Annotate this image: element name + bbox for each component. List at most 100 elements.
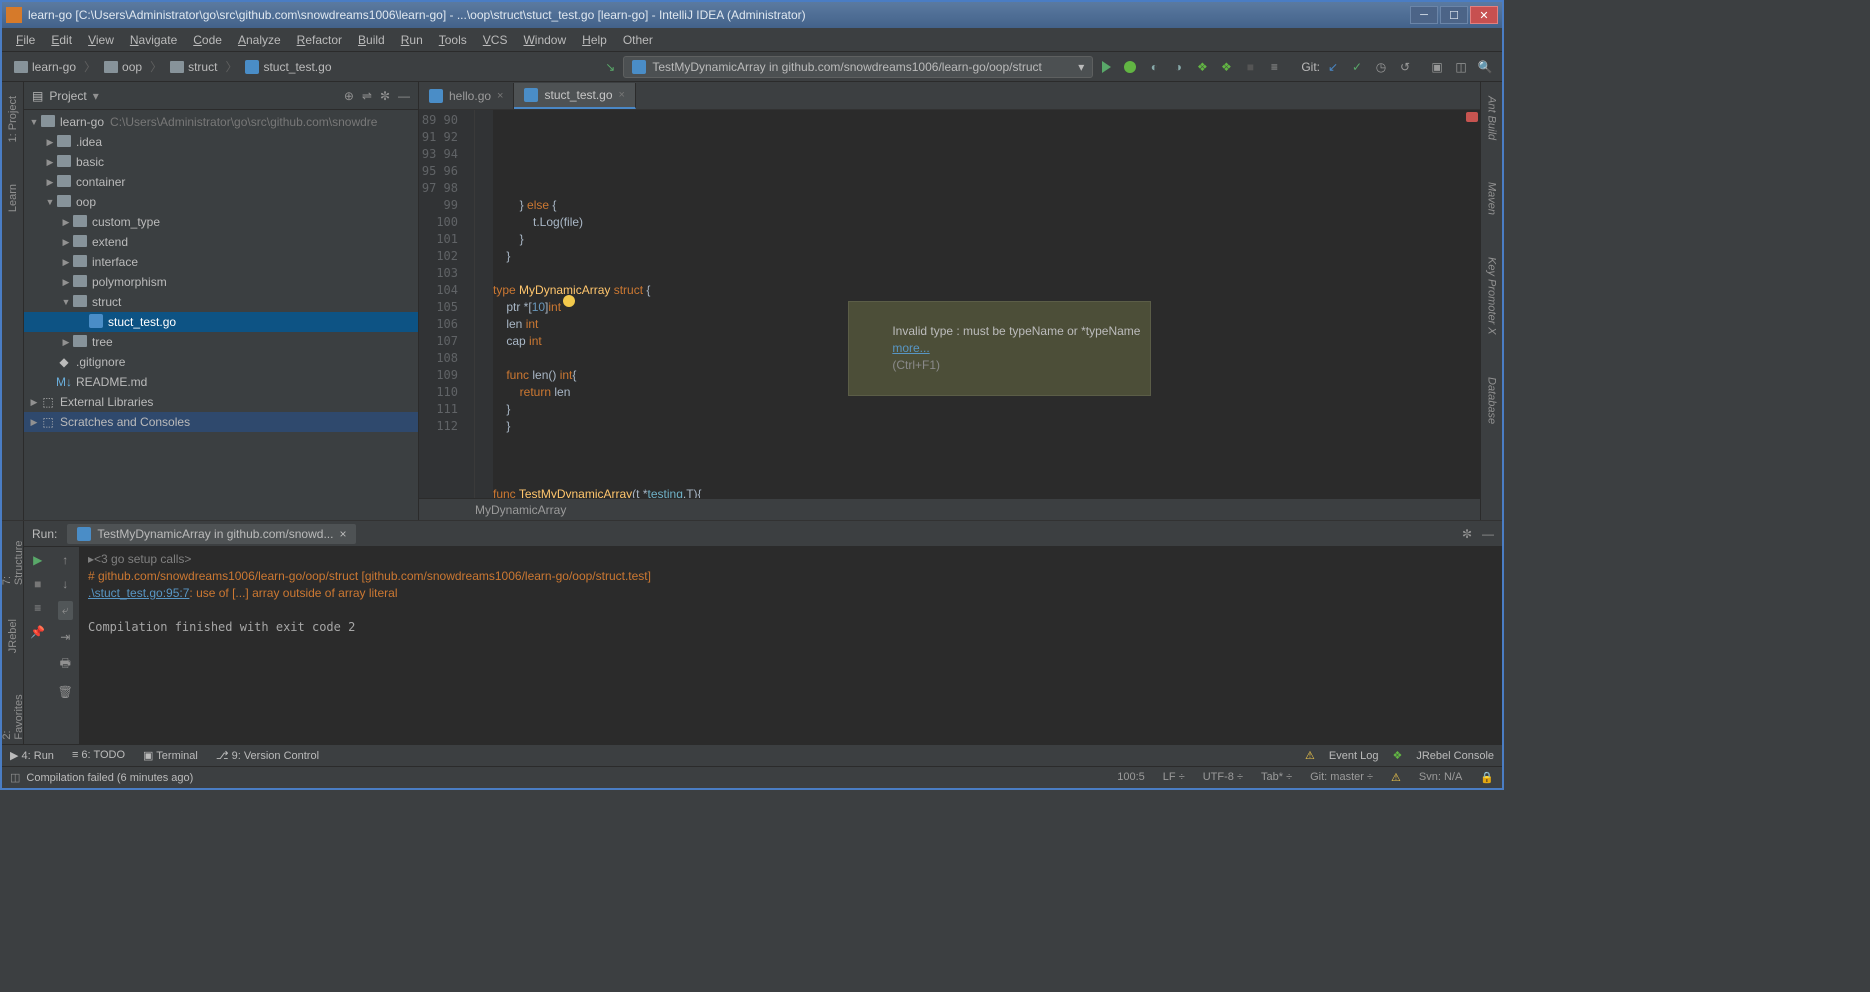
build-icon[interactable]: ↘ <box>599 56 621 78</box>
jrebel-console-button[interactable]: JRebel Console <box>1416 750 1494 762</box>
chevron-icon[interactable]: ▶ <box>60 217 72 228</box>
tab-hello.go[interactable]: hello.go× <box>419 83 514 109</box>
tree-item-External Libraries[interactable]: ▶⬚External Libraries <box>24 392 418 412</box>
tree-item-interface[interactable]: ▶interface <box>24 252 418 272</box>
tool-btn--terminal[interactable]: ▣ Terminal <box>143 749 198 762</box>
layout-icon[interactable]: ≡ <box>34 601 41 615</box>
menu-navigate[interactable]: Navigate <box>122 31 185 49</box>
menu-edit[interactable]: Edit <box>43 31 80 49</box>
chevron-icon[interactable]: ▶ <box>44 157 56 168</box>
tree-item-custom_type[interactable]: ▶custom_type <box>24 212 418 232</box>
chevron-icon[interactable]: ▼ <box>28 117 40 127</box>
editor-breadcrumb[interactable]: MyDynamicArray <box>419 498 1480 520</box>
breadcrumb-stuct_test.go[interactable]: stuct_test.go <box>239 58 337 76</box>
menu-tools[interactable]: Tools <box>431 31 475 49</box>
profile-button[interactable]: ◑ <box>1167 56 1189 78</box>
tree-item-container[interactable]: ▶container <box>24 172 418 192</box>
close-icon[interactable]: × <box>497 90 503 102</box>
menu-analyze[interactable]: Analyze <box>230 31 289 49</box>
menu-other[interactable]: Other <box>615 31 661 49</box>
status-enc[interactable]: UTF-8 ÷ <box>1203 771 1243 784</box>
tool-tab-2-favorites[interactable]: 2: Favorites <box>0 683 27 744</box>
tool-tab-jrebel[interactable]: JRebel <box>5 615 21 657</box>
menu-vcs[interactable]: VCS <box>475 31 516 49</box>
pin-icon[interactable]: 📌 <box>30 625 45 639</box>
menu-file[interactable]: File <box>8 31 43 49</box>
menu-build[interactable]: Build <box>350 31 393 49</box>
down-icon[interactable]: ↓ <box>62 577 68 591</box>
tree-item-basic[interactable]: ▶basic <box>24 152 418 172</box>
jrebel-debug-icon[interactable]: ❖ <box>1215 56 1237 78</box>
menu-help[interactable]: Help <box>574 31 615 49</box>
stop-button[interactable]: ■ <box>1239 56 1261 78</box>
tree-item-polymorphism[interactable]: ▶polymorphism <box>24 272 418 292</box>
git-history-icon[interactable]: ◷ <box>1370 56 1392 78</box>
run-tab[interactable]: TestMyDynamicArray in github.com/snowd..… <box>67 524 356 544</box>
lock-icon[interactable]: 🔒 <box>1480 771 1494 784</box>
collapse-icon[interactable]: ⇌ <box>362 89 372 103</box>
chevron-icon[interactable]: ▶ <box>60 257 72 268</box>
coverage-button[interactable]: ◐ <box>1143 56 1165 78</box>
tree-item-extend[interactable]: ▶extend <box>24 232 418 252</box>
event-log-button[interactable]: Event Log <box>1329 750 1379 762</box>
tool-tab-database[interactable]: Database <box>1484 371 1500 430</box>
tool-tab-learn[interactable]: Learn <box>5 178 21 218</box>
tree-item-tree[interactable]: ▶tree <box>24 332 418 352</box>
project-tree[interactable]: ▼learn-goC:\Users\Administrator\go\src\g… <box>24 110 418 520</box>
menu-run[interactable]: Run <box>393 31 431 49</box>
gear-icon[interactable]: ✼ <box>380 89 390 103</box>
hide-icon[interactable]: — <box>1482 527 1494 541</box>
status-tab[interactable]: Tab* ÷ <box>1261 771 1292 784</box>
code-editor[interactable]: Invalid type : must be typeName or *type… <box>493 110 1480 498</box>
menu-refactor[interactable]: Refactor <box>289 31 350 49</box>
status-le[interactable]: LF ÷ <box>1163 771 1185 784</box>
print-icon[interactable]: 🖶 <box>60 654 71 675</box>
tree-item-README.md[interactable]: M↓README.md <box>24 372 418 392</box>
console-output[interactable]: ▸<3 go setup calls> # github.com/snowdre… <box>80 547 1502 744</box>
git-revert-icon[interactable]: ↺ <box>1394 56 1416 78</box>
chevron-icon[interactable]: ▶ <box>44 137 56 148</box>
tree-item-.idea[interactable]: ▶.idea <box>24 132 418 152</box>
minimize-button[interactable]: ─ <box>1410 6 1438 24</box>
breadcrumb-learn-go[interactable]: learn-go <box>8 58 82 76</box>
tool-btn--9-version-control[interactable]: ⎇ 9: Version Control <box>216 749 319 762</box>
chevron-icon[interactable]: ▶ <box>28 397 40 408</box>
scroll-icon[interactable]: ⇥ <box>60 630 70 644</box>
maximize-button[interactable]: ☐ <box>1440 6 1468 24</box>
status-git[interactable]: Git: master ÷ <box>1310 771 1373 784</box>
chevron-icon[interactable]: ▶ <box>44 177 56 188</box>
chevron-icon[interactable]: ▶ <box>60 337 72 348</box>
tree-item-learn-go[interactable]: ▼learn-goC:\Users\Administrator\go\src\g… <box>24 112 418 132</box>
dropdown-icon[interactable]: ▾ <box>93 89 99 103</box>
tool-tab-maven[interactable]: Maven <box>1484 176 1500 221</box>
chevron-icon[interactable]: ▼ <box>60 297 72 307</box>
tool-tab-ant-build[interactable]: Ant Build <box>1484 90 1500 146</box>
menu-window[interactable]: Window <box>515 31 574 49</box>
rerun-icon[interactable]: ▶ <box>33 553 42 567</box>
tree-item-Scratches and Consoles[interactable]: ▶⬚Scratches and Consoles <box>24 412 418 432</box>
menu-view[interactable]: View <box>80 31 122 49</box>
tree-item-oop[interactable]: ▼oop <box>24 192 418 212</box>
run-button[interactable] <box>1095 56 1117 78</box>
close-button[interactable]: ✕ <box>1470 6 1498 24</box>
wrap-icon[interactable]: ⤶ <box>58 601 73 620</box>
hide-icon[interactable]: — <box>398 89 410 103</box>
stop-all-button[interactable]: ≡ <box>1263 56 1285 78</box>
intention-bulb-icon[interactable] <box>563 295 575 307</box>
chevron-icon[interactable]: ▶ <box>60 277 72 288</box>
tree-item-struct[interactable]: ▼struct <box>24 292 418 312</box>
chevron-icon[interactable]: ▶ <box>28 417 40 428</box>
tree-item-stuct_test.go[interactable]: stuct_test.go <box>24 312 418 332</box>
chevron-icon[interactable]: ▼ <box>44 197 56 207</box>
breadcrumb-oop[interactable]: oop <box>98 58 148 76</box>
chevron-icon[interactable]: ▶ <box>60 237 72 248</box>
up-icon[interactable]: ↑ <box>62 553 68 567</box>
tool-btn--6-todo[interactable]: ≡ 6: TODO <box>72 749 125 762</box>
ide-settings-icon[interactable]: ▣ <box>1426 56 1448 78</box>
tooltip-more-link[interactable]: more... <box>892 341 929 355</box>
tool-tab-key-promoter-x[interactable]: Key Promoter X <box>1484 251 1500 341</box>
stop-icon[interactable]: ■ <box>34 577 41 591</box>
tool-btn--4-run[interactable]: ▶ 4: Run <box>10 749 54 762</box>
gear-icon[interactable]: ✼ <box>1462 527 1472 541</box>
close-icon[interactable]: × <box>619 89 625 101</box>
